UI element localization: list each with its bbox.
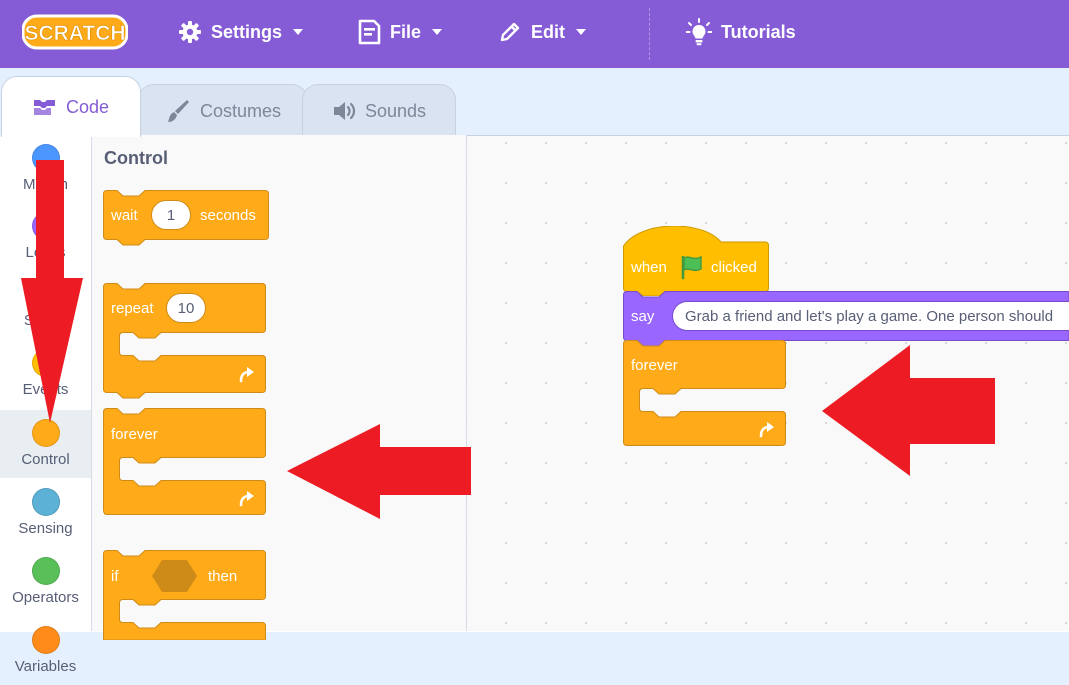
loop-arrow-icon [759, 422, 774, 438]
palette-repeat-block[interactable]: repeat 10 [103, 283, 266, 399]
forever-block-label: forever [111, 426, 158, 443]
if-block-label: if [111, 568, 119, 585]
say-block-label: say [631, 308, 655, 325]
chevron-down-icon [293, 29, 304, 35]
file-icon [358, 19, 381, 45]
category-sensing[interactable]: Sensing [0, 479, 91, 547]
if-block-shape [103, 550, 266, 640]
category-sensing-dot [31, 488, 60, 516]
lightbulb-icon [686, 18, 712, 46]
annotation-left-arrow-palette-icon [287, 424, 471, 519]
tutorials-button[interactable]: Tutorials [686, 0, 796, 64]
edit-label: Edit [531, 21, 565, 42]
chevron-down-icon [576, 29, 586, 35]
tutorials-label: Tutorials [721, 21, 796, 42]
palette-section-title: Control [104, 148, 168, 168]
script-forever-block[interactable]: forever [623, 340, 786, 446]
loop-arrow-icon [239, 367, 254, 383]
if-block-then-label: then [208, 568, 238, 585]
scratch-logo[interactable]: SCRATCH [21, 13, 129, 56]
palette-if-block[interactable]: if then [103, 550, 266, 640]
paintbrush-icon [167, 100, 189, 122]
chevron-down-icon [432, 29, 443, 35]
scratch-logo-icon: SCRATCH [21, 14, 129, 50]
speaker-icon [333, 102, 356, 120]
svg-text:SCRATCH: SCRATCH [24, 22, 125, 45]
category-operators-dot [31, 557, 60, 585]
tab-code[interactable]: Code [1, 76, 141, 137]
repeat-count-input[interactable]: 10 [166, 293, 206, 323]
wait-seconds-input[interactable]: 1 [151, 200, 191, 230]
settings-label: Settings [211, 21, 283, 42]
tab-sounds-label: Sounds [364, 100, 427, 121]
edit-menu[interactable]: Edit [498, 0, 587, 64]
category-variables-label: Variables [14, 658, 77, 675]
when-flag-clicked-block[interactable]: when clicked [623, 226, 769, 296]
script-forever-label: forever [631, 357, 678, 374]
hat-clicked-label: clicked [711, 259, 757, 276]
loop-arrow-icon [239, 491, 254, 507]
annotation-down-arrow-icon [21, 160, 83, 423]
repeat-block-label: repeat [111, 300, 154, 317]
code-blocks-icon [33, 100, 55, 115]
pencil-icon [500, 22, 520, 42]
tab-sounds[interactable]: Sounds [302, 84, 456, 137]
annotation-left-arrow-script-icon [822, 345, 995, 476]
green-flag-icon [681, 255, 702, 280]
menu-divider [649, 8, 650, 60]
wait-block-unit: seconds [200, 207, 256, 224]
settings-menu[interactable]: Settings [178, 0, 304, 64]
say-block[interactable]: say Grab a friend and let's play a game.… [623, 291, 1069, 347]
file-menu[interactable]: File [357, 0, 443, 64]
gear-icon [179, 21, 201, 43]
category-sensing-label: Sensing [18, 520, 73, 537]
category-control-label: Control [21, 451, 70, 468]
menu-bar: SCRATCH Settings File Edit Tutorials [0, 0, 1069, 68]
palette-forever-block[interactable]: forever [103, 408, 266, 516]
wait-block-label: wait [111, 207, 138, 224]
category-variables-dot [31, 626, 60, 654]
tab-costumes[interactable]: Costumes [138, 84, 308, 137]
say-message-input[interactable]: Grab a friend and let's play a game. One… [672, 301, 1069, 331]
file-label: File [390, 21, 422, 42]
category-variables[interactable]: Variables [0, 617, 91, 685]
tab-code-label: Code [65, 96, 110, 117]
category-operators-label: Operators [12, 589, 79, 606]
palette-wait-block[interactable]: wait 1 seconds [103, 190, 269, 246]
tab-costumes-label: Costumes [199, 100, 282, 121]
hat-when-label: when [631, 259, 667, 276]
category-operators[interactable]: Operators [0, 548, 91, 616]
